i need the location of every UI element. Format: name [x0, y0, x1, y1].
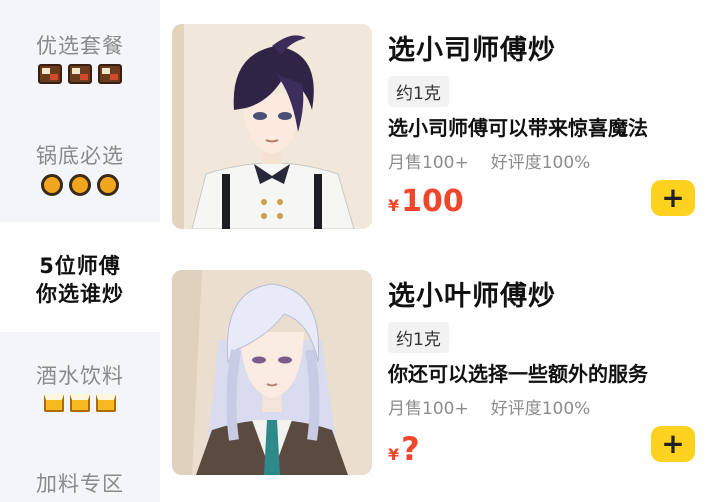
sidebar-item-label-line1: 5位师傅 [39, 254, 121, 278]
bento-box-icon [98, 64, 122, 84]
item-stats: 月售100+ 好评度100% [388, 148, 590, 173]
rating: 好评度100% [490, 399, 591, 419]
item-weight-tag: 约1克 [388, 322, 449, 353]
rating: 好评度100% [490, 153, 591, 173]
monthly-sales: 月售100+ [388, 399, 469, 419]
sidebar-item-label-line2: 你选谁炒 [36, 282, 124, 306]
add-to-cart-button[interactable]: + [651, 180, 695, 216]
item-description: 选小司师傅可以带来惊喜魔法 [388, 116, 648, 140]
hotpot-icon [69, 174, 91, 196]
hotpot-icon [41, 174, 63, 196]
item-stats: 月售100+ 好评度100% [388, 394, 590, 419]
plus-icon: + [661, 427, 685, 460]
item-price: ¥? [388, 430, 420, 468]
character-illustration [172, 270, 372, 475]
add-to-cart-button[interactable]: + [651, 426, 695, 462]
sidebar-item-label: 锅底必选 [36, 144, 124, 168]
beer-mug-icon-row [0, 394, 160, 412]
monthly-sales: 月售100+ [388, 153, 469, 173]
sidebar-item-soup-base[interactable]: 锅底必选 [0, 140, 160, 210]
plus-icon: + [661, 181, 685, 214]
sidebar-item-label: 酒水饮料 [36, 364, 124, 388]
item-price: ¥100 [388, 184, 464, 219]
menu-item-card[interactable]: 选小叶师傅炒 约1克 你还可以选择一些额外的服务 月售100+ 好评度100% ¥… [172, 270, 712, 480]
category-sidebar: 优选套餐 锅底必选 5位师傅 你选谁炒 酒水饮料 加料专区 [0, 0, 160, 502]
sidebar-item-label: 优选套餐 [36, 34, 124, 58]
bento-box-icon [38, 64, 62, 84]
hotpot-icon [97, 174, 119, 196]
price-amount: ? [401, 430, 420, 468]
item-description: 你还可以选择一些额外的服务 [388, 362, 648, 386]
item-image-dark-haired-character[interactable] [172, 24, 372, 229]
hotpot-icon-row [0, 174, 160, 196]
sidebar-item-add-ons[interactable]: 加料专区 [0, 468, 160, 502]
sidebar-item-combo-meals[interactable]: 优选套餐 [0, 30, 160, 100]
currency-symbol: ¥ [388, 445, 400, 464]
bento-box-icon-row [0, 64, 160, 84]
item-title: 选小叶师傅炒 [388, 281, 556, 312]
sidebar-item-drinks[interactable]: 酒水饮料 [0, 360, 160, 430]
sidebar-item-label: 加料专区 [36, 472, 124, 496]
item-weight-tag: 约1克 [388, 76, 449, 107]
item-title: 选小司师傅炒 [388, 35, 556, 66]
character-illustration [172, 24, 372, 229]
beer-mug-icon [70, 394, 90, 412]
item-image-silver-haired-character[interactable] [172, 270, 372, 475]
beer-mug-icon [96, 394, 116, 412]
bento-box-icon [68, 64, 92, 84]
beer-mug-icon [44, 394, 64, 412]
currency-symbol: ¥ [388, 196, 400, 215]
sidebar-item-choose-chef[interactable]: 5位师傅 你选谁炒 [0, 222, 160, 332]
menu-item-card[interactable]: 选小司师傅炒 约1克 选小司师傅可以带来惊喜魔法 月售100+ 好评度100% ¥… [172, 24, 712, 234]
price-amount: 100 [401, 184, 464, 219]
